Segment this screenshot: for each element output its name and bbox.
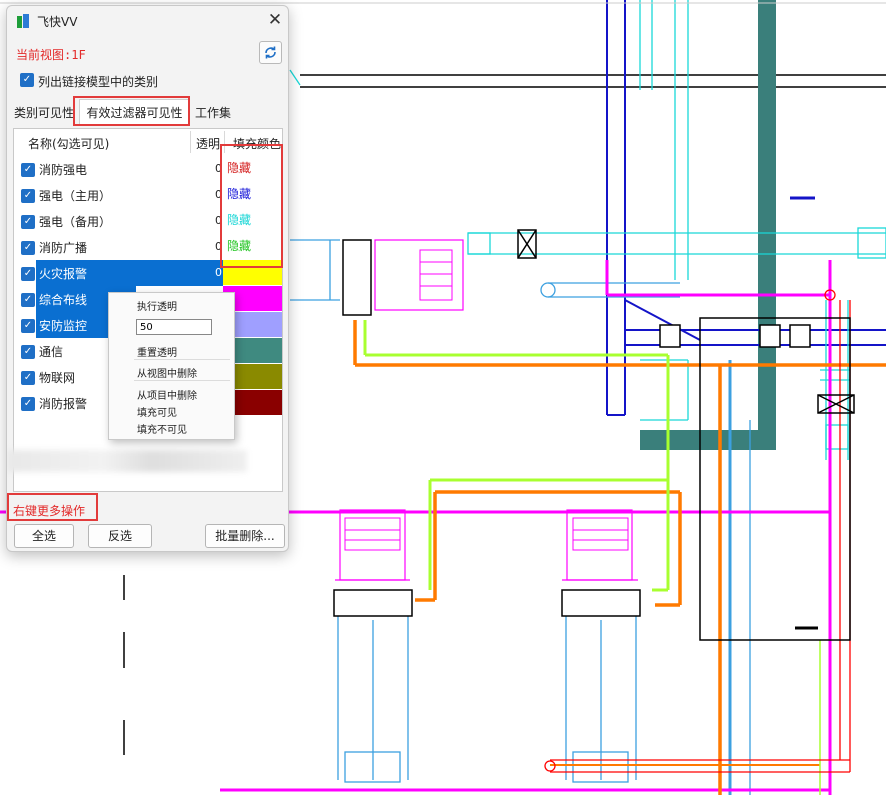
vv-dialog: 飞快VV ✕ 当前视图:1F ✓ 列出链接模型中的类别 类别可见性 有效过滤器可… [6, 5, 289, 552]
batch-delete-button[interactable]: 批量删除... [205, 524, 285, 548]
row-name: 通信 [39, 345, 64, 359]
window-title: 飞快VV [37, 15, 78, 29]
menu-fill-invisible[interactable]: 填充不可见 [137, 421, 187, 436]
row-visibility-checkbox[interactable]: ✓ [21, 267, 35, 281]
row-transparency[interactable]: 0 [200, 240, 222, 253]
context-menu: 执行透明 50 重置透明 从视图中删除 从项目中删除 填充可见 填充不可见 [108, 292, 235, 440]
air-grilles [344, 249, 629, 551]
menu-fill-visible[interactable]: 填充可见 [137, 404, 177, 419]
row-visibility-checkbox[interactable]: ✓ [21, 215, 35, 229]
orange-pipes [353, 320, 886, 795]
row-visibility-checkbox[interactable]: ✓ [21, 293, 35, 307]
menu-separator [134, 380, 230, 381]
transparency-input[interactable]: 50 [136, 319, 212, 335]
redacted-area [7, 450, 247, 472]
row-visibility-checkbox[interactable]: ✓ [21, 163, 35, 177]
row-transparency[interactable]: 0 [200, 214, 222, 227]
row-transparency[interactable]: 0 [200, 188, 222, 201]
row-name: 消防强电 [39, 163, 88, 177]
duct-top-horizontal [300, 74, 886, 88]
row-visibility-checkbox[interactable]: ✓ [21, 345, 35, 359]
teal-main-pipe [640, 0, 776, 450]
row-name: 强电（主用） [39, 189, 112, 203]
refresh-button[interactable] [259, 41, 282, 64]
cyan-pipes [289, 0, 886, 460]
row-visibility-checkbox[interactable]: ✓ [21, 319, 35, 333]
row-visibility-checkbox[interactable]: ✓ [21, 371, 35, 385]
column-header-transparency[interactable]: 透明 [196, 135, 220, 152]
column-separator [190, 131, 191, 153]
tab-category-visibility[interactable]: 类别可见性 [14, 103, 74, 123]
close-icon[interactable]: ✕ [266, 11, 284, 29]
select-all-button[interactable]: 全选 [14, 524, 74, 548]
menu-remove-from-project[interactable]: 从项目中删除 [137, 387, 197, 402]
app-logo-icon [17, 14, 29, 28]
menu-reset-transparency[interactable]: 重置透明 [137, 344, 177, 359]
menu-separator [134, 359, 230, 360]
row-name: 消防广播 [39, 241, 88, 255]
current-view-label: 当前视图:1F [16, 48, 86, 62]
menu-remove-from-view[interactable]: 从视图中删除 [137, 365, 197, 380]
invert-selection-button[interactable]: 反选 [88, 524, 152, 548]
row-name: 火灾报警 [39, 267, 88, 281]
tab-worksets[interactable]: 工作集 [195, 103, 231, 123]
row-transparency[interactable]: 0 [200, 266, 222, 279]
highlight-box-fill [220, 144, 283, 268]
row-transparency[interactable]: 0 [200, 162, 222, 175]
row-name: 综合布线 [39, 293, 88, 307]
row-name: 安防监控 [39, 319, 88, 333]
link-models-label: 列出链接模型中的类别 [38, 75, 159, 89]
row-name: 消防报警 [39, 397, 88, 411]
link-models-checkbox[interactable]: ✓ [20, 73, 34, 87]
row-visibility-checkbox[interactable]: ✓ [21, 397, 35, 411]
refresh-icon [265, 46, 276, 59]
red-pipes [544, 289, 851, 773]
row-name: 强电（备用） [39, 215, 112, 229]
highlight-box-hint [7, 493, 98, 521]
row-visibility-checkbox[interactable]: ✓ [21, 241, 35, 255]
menu-apply-transparency[interactable]: 执行透明 [137, 298, 177, 313]
column-header-name[interactable]: 名称(勾选可见) [28, 135, 109, 152]
title-bar[interactable]: 飞快VV ✕ [7, 6, 288, 36]
blue-pipes [606, 0, 886, 416]
row-name: 物联网 [39, 371, 76, 385]
highlight-box-tab [73, 96, 190, 126]
row-visibility-checkbox[interactable]: ✓ [21, 189, 35, 203]
